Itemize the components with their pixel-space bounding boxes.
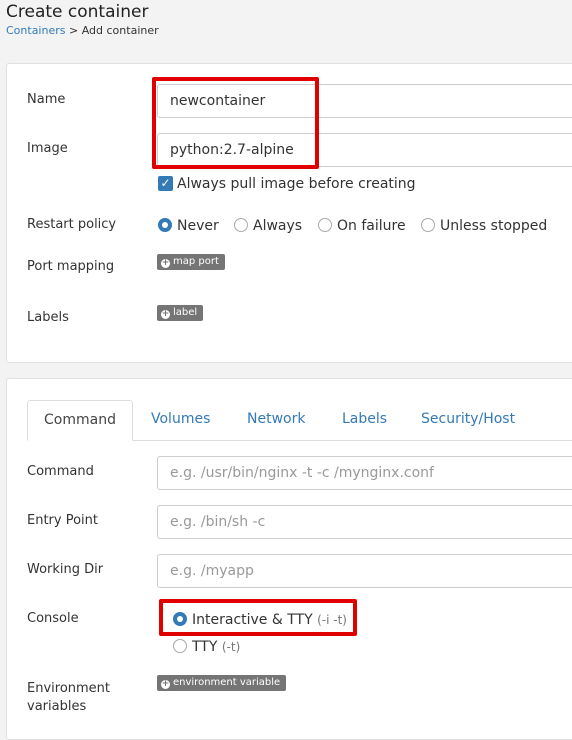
env-label-line2: variables xyxy=(27,699,87,714)
console-tty-text: TTY xyxy=(192,639,218,655)
console-interactive-tty-text: Interactive & TTY xyxy=(192,612,313,628)
breadcrumb: Containers > Add container xyxy=(6,24,159,37)
restart-on-failure-label: On failure xyxy=(337,218,406,234)
name-input[interactable] xyxy=(157,84,572,118)
tab-labels[interactable]: Labels xyxy=(342,411,387,427)
console-interactive-tty-hint: (-i -t) xyxy=(317,613,347,627)
restart-policy-label: Restart policy xyxy=(27,217,117,232)
breadcrumb-separator: > xyxy=(69,24,79,37)
restart-never-radio[interactable] xyxy=(158,218,172,232)
restart-never-label: Never xyxy=(177,218,219,234)
tab-volumes[interactable]: Volumes xyxy=(151,411,210,427)
add-environment-variable-button-label: environment variable xyxy=(173,677,281,688)
entry-point-input[interactable] xyxy=(157,505,572,539)
breadcrumb-current: Add container xyxy=(81,24,159,37)
env-label-line1: Environment xyxy=(27,681,111,696)
page-title: Create container xyxy=(6,2,149,22)
plus-icon: + xyxy=(161,258,170,268)
command-input[interactable] xyxy=(157,456,572,490)
restart-unless-stopped-radio[interactable] xyxy=(421,218,435,232)
add-environment-variable-button[interactable]: + environment variable xyxy=(157,675,287,691)
working-dir-label: Working Dir xyxy=(27,562,104,577)
labels-label: Labels xyxy=(27,310,69,325)
name-label: Name xyxy=(27,92,66,107)
restart-always-label: Always xyxy=(253,218,303,234)
tab-security-host[interactable]: Security/Host xyxy=(421,411,515,427)
always-pull-label: Always pull image before creating xyxy=(177,176,416,192)
tab-command[interactable]: Command xyxy=(27,400,133,441)
entry-point-label: Entry Point xyxy=(27,513,98,528)
console-label: Console xyxy=(27,611,79,626)
restart-always-radio[interactable] xyxy=(234,218,248,232)
image-input[interactable] xyxy=(157,133,572,167)
working-dir-input[interactable] xyxy=(157,554,572,588)
plus-icon: + xyxy=(161,679,170,689)
add-label-button[interactable]: + label xyxy=(157,305,204,321)
environment-variables-label: Environment variables xyxy=(27,680,110,716)
console-interactive-tty-radio[interactable] xyxy=(173,612,187,626)
command-label: Command xyxy=(27,464,94,479)
map-port-button-label: map port xyxy=(173,256,219,267)
plus-icon: + xyxy=(161,309,170,319)
console-tty-hint: (-t) xyxy=(221,640,241,654)
image-label: Image xyxy=(27,141,68,156)
map-port-button[interactable]: + map port xyxy=(157,254,225,270)
breadcrumb-link-containers[interactable]: Containers xyxy=(6,24,66,37)
port-mapping-label: Port mapping xyxy=(27,259,115,274)
tab-network[interactable]: Network xyxy=(247,411,305,427)
console-tty-label: TTY (-t) xyxy=(192,639,240,655)
restart-unless-stopped-label: Unless stopped xyxy=(440,218,548,234)
always-pull-checkbox[interactable]: ✓ xyxy=(158,176,173,191)
console-tty-radio[interactable] xyxy=(173,639,187,653)
add-label-button-label: label xyxy=(173,307,198,318)
console-interactive-tty-label: Interactive & TTY (-i -t) xyxy=(192,612,347,628)
restart-on-failure-radio[interactable] xyxy=(318,218,332,232)
